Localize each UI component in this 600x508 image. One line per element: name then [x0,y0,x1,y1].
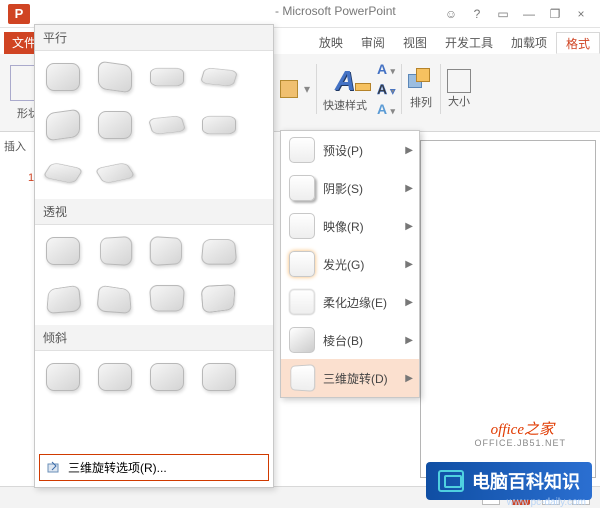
menu-shadow-label: 阴影(S) [323,180,363,197]
gallery-section-parallel: 平行 [35,25,273,51]
help-icon[interactable]: ? [466,3,488,25]
preset-obl-2[interactable] [93,357,137,397]
oblique-presets [35,351,273,403]
reflection-icon [289,213,315,239]
menu-preset-label: 预设(P) [323,142,363,159]
ribbon-right: ▾ A 快速样式 A ▾ A ▾ A ▾ 排列 大小 [280,58,590,120]
watermark-office-url: OFFICE.JB51.NET [474,438,566,448]
wordart-quickstyle-icon[interactable]: A [335,65,355,96]
preset-persp-2[interactable] [93,231,137,271]
preset-persp-1[interactable] [41,231,85,271]
softedge-icon [289,289,315,315]
preset-parallel-5[interactable] [41,105,85,145]
chevron-right-icon: ▶ [405,221,413,232]
close-icon[interactable]: × [570,3,592,25]
tab-slideshow[interactable]: 放映 [310,32,352,54]
preset-persp-3[interactable] [145,231,189,271]
preset-obl-3[interactable] [145,357,189,397]
perspective-presets [35,225,273,325]
app-icon: P [8,4,30,24]
rotation-options-label: 三维旋转选项(R)... [68,459,167,476]
tab-developer[interactable]: 开发工具 [436,32,502,54]
preset-obl-4[interactable] [197,357,241,397]
shape-fill-icon[interactable] [280,80,298,98]
text-fill-icon[interactable]: A ▾ [377,61,395,77]
chevron-right-icon: ▶ [405,373,413,384]
tab-view[interactable]: 视图 [394,32,436,54]
maximize-icon[interactable]: ❐ [544,3,566,25]
preset-parallel-7[interactable] [145,105,189,145]
chevron-right-icon: ▶ [405,145,413,156]
watermark-brand-text: 电脑百科知识 [472,468,580,494]
rotation3d-icon [290,364,315,392]
menu-softedge[interactable]: 柔化边缘(E) ▶ [281,283,419,321]
quickstyle-label: 快速样式 [323,97,367,113]
tab-format[interactable]: 格式 [556,32,600,54]
preset-parallel-3[interactable] [145,57,189,97]
shadow-icon [289,175,315,201]
chevron-right-icon: ▶ [405,183,413,194]
menu-glow-label: 发光(G) [323,256,364,273]
menu-reflection-label: 映像(R) [323,218,364,235]
menu-rotation3d-label: 三维旋转(D) [323,370,388,387]
preset-obl-1[interactable] [41,357,85,397]
chevron-right-icon: ▶ [405,259,413,270]
menu-bevel-label: 棱台(B) [323,332,363,349]
bevel-icon [289,327,315,353]
face-icon[interactable]: ☺ [440,3,462,25]
gallery-section-perspective: 透视 [35,199,273,225]
menu-glow[interactable]: 发光(G) ▶ [281,245,419,283]
menu-bevel[interactable]: 棱台(B) ▶ [281,321,419,359]
tab-review[interactable]: 审阅 [352,32,394,54]
menu-reflection[interactable]: 映像(R) ▶ [281,207,419,245]
preset-icon [289,137,315,163]
glow-icon [289,251,315,277]
preset-persp-6[interactable] [93,279,137,319]
chevron-right-icon: ▶ [405,297,413,308]
watermark-brand-url: www.pc-daily.com [507,497,586,508]
preset-parallel-2[interactable] [93,57,137,97]
arrange-icon[interactable] [408,68,434,94]
menu-preset[interactable]: 预设(P) ▶ [281,131,419,169]
preset-persp-7[interactable] [145,279,189,319]
ribbon-toggle-icon[interactable]: ▭ [492,3,514,25]
preset-persp-4[interactable] [197,231,241,271]
menu-softedge-label: 柔化边缘(E) [323,294,387,311]
window-title: - Microsoft PowerPoint [275,4,396,18]
menu-shadow[interactable]: 阴影(S) ▶ [281,169,419,207]
tab-addins[interactable]: 加载项 [502,32,556,54]
shape-effects-submenu: 预设(P) ▶ 阴影(S) ▶ 映像(R) ▶ 发光(G) ▶ 柔化边缘(E) … [280,130,420,398]
menu-rotation3d[interactable]: 三维旋转(D) ▶ [281,359,419,397]
text-effects-icon[interactable]: A ▾ [377,101,395,117]
chevron-right-icon: ▶ [405,335,413,346]
preset-parallel-1[interactable] [41,57,85,97]
rotation-options-icon [46,460,62,476]
preset-persp-5[interactable] [41,279,85,319]
size-icon[interactable] [447,69,471,93]
insert-label: 插入 [4,138,28,154]
watermark-office: office之家 [491,418,554,439]
preset-parallel-8[interactable] [197,105,241,145]
preset-persp-8[interactable] [197,279,241,319]
preset-parallel-10[interactable] [93,153,137,193]
size-label: 大小 [448,93,470,109]
preset-parallel-4[interactable] [197,57,241,97]
rotation-3d-options[interactable]: 三维旋转选项(R)... [39,454,269,481]
monitor-icon [438,470,464,492]
rotation-3d-gallery: 平行 透视 倾斜 三维旋转选项(R)... [34,24,274,488]
watermark-brand: 电脑百科知识 [426,462,592,500]
gallery-section-oblique: 倾斜 [35,325,273,351]
arrange-label: 排列 [410,94,432,110]
minimize-icon[interactable]: — [518,3,540,25]
insert-rail: 插入 [0,138,24,154]
text-outline-icon[interactable]: A ▾ [377,81,395,97]
preset-parallel-9[interactable] [41,153,85,193]
parallel-presets [35,51,273,199]
preset-parallel-6[interactable] [93,105,137,145]
